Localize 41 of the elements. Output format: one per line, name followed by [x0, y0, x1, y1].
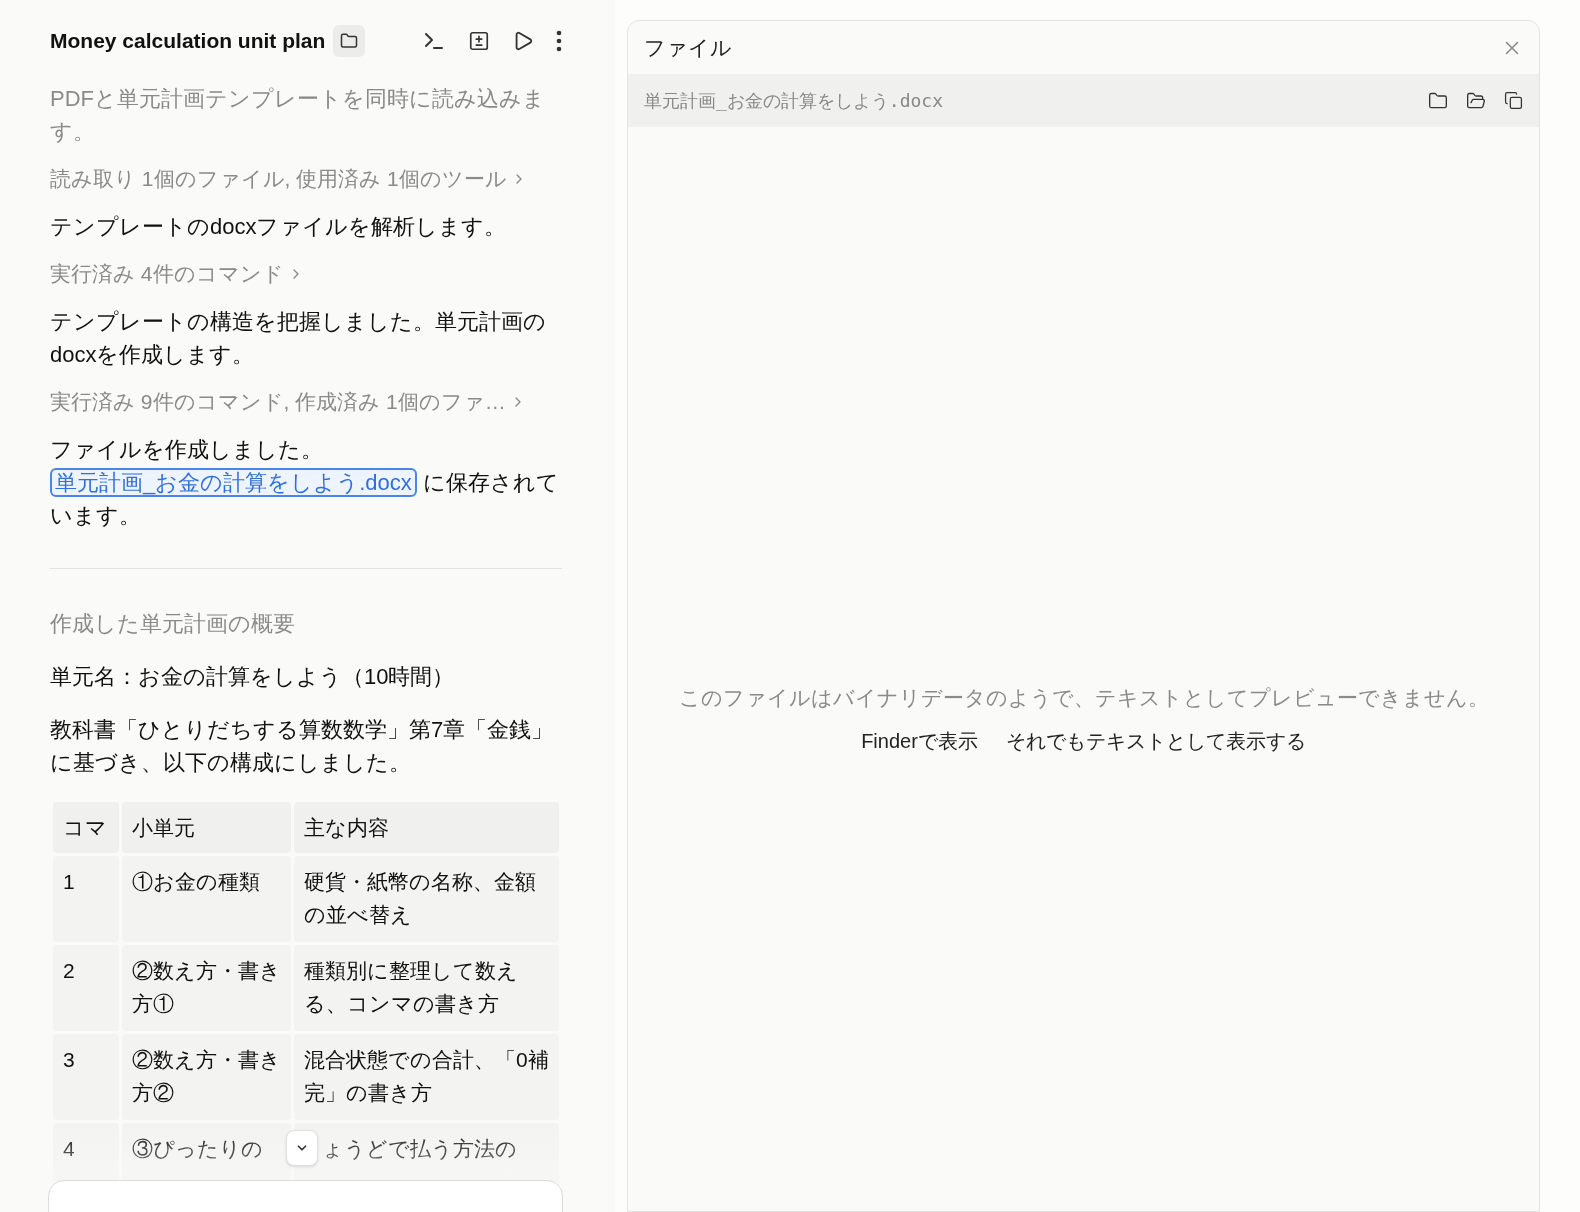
chat-title: Money calculation unit plan — [50, 28, 326, 55]
table-cell: 2 — [53, 945, 119, 1031]
table-cell: ②数え方・書き方① — [122, 945, 291, 1031]
status-text: PDFと単元計画テンプレートを同時に読み込みます。 — [50, 85, 546, 146]
folder-icon — [1428, 90, 1448, 111]
file-path: 単元計画_お金の計算をしよう.docx — [644, 89, 944, 113]
tool-summary[interactable]: 読み取り 1個のファイル, 使用済み 1個のツール — [50, 164, 562, 194]
message-text: テンプレートの構造を把握しました。単元計画のdocxを作成します。 — [50, 308, 547, 369]
diff-button[interactable] — [468, 30, 490, 52]
more-icon — [556, 30, 562, 52]
column-header: コマ — [53, 802, 119, 853]
action-link[interactable]: Finderで表示 — [861, 725, 978, 756]
open-folder-button[interactable] — [1466, 90, 1486, 111]
tool-summary[interactable]: 実行済み 9件のコマンド, 作成済み 1個のファ… — [50, 387, 562, 417]
folder-icon — [340, 32, 359, 50]
table-cell: ①お金の種類 — [122, 856, 291, 942]
preview-message: このファイルはバイナリデータのようで、テキストとしてプレビューできません。 — [678, 685, 1489, 711]
folder-button[interactable] — [333, 25, 366, 57]
message-text: テンプレートのdocxファイルを解析します。 — [50, 213, 508, 241]
copy-icon — [1504, 91, 1523, 110]
table-cell: 硬貨・紙幣の名称、金額の並べ替え — [294, 856, 559, 942]
table-cell: 1 — [53, 856, 119, 942]
more-button[interactable] — [556, 30, 562, 52]
folder-open-icon — [1466, 90, 1486, 111]
summary-heading: 作成した単元計画の概要 — [50, 610, 296, 638]
column-header: 主な内容 — [294, 802, 559, 853]
diff-icon — [468, 30, 490, 52]
table-cell: 3 — [53, 1034, 119, 1120]
file-link[interactable]: 単元計画_お金の計算をしよう.docx — [50, 468, 417, 497]
folder-button[interactable] — [1428, 90, 1448, 111]
message-text: ファイルを作成しました。 単元計画_お金の計算をしよう.docx に保存されています。 — [50, 436, 560, 530]
table-cell: 種類別に整理して数える、コンマの書き方 — [294, 945, 559, 1031]
tool-summary[interactable]: 実行済み 4件のコマンド — [50, 259, 562, 289]
copy-button[interactable] — [1504, 91, 1523, 110]
panel-title: ファイル — [644, 34, 732, 61]
action-link[interactable]: それでもテキストとして表示する — [1005, 725, 1306, 756]
unit-name: 単元名：お金の計算をしよう（10時間） — [50, 663, 456, 691]
description-text: 教科書「ひとりだちする算数数学」第7章「金銭」に基づき、以下の構成にしました。 — [50, 716, 555, 777]
table-cell: ②数え方・書き方② — [122, 1034, 291, 1120]
column-header: 小単元 — [122, 802, 291, 853]
table-cell: 混合状態での合計、「0補完」の書き方 — [294, 1034, 559, 1120]
